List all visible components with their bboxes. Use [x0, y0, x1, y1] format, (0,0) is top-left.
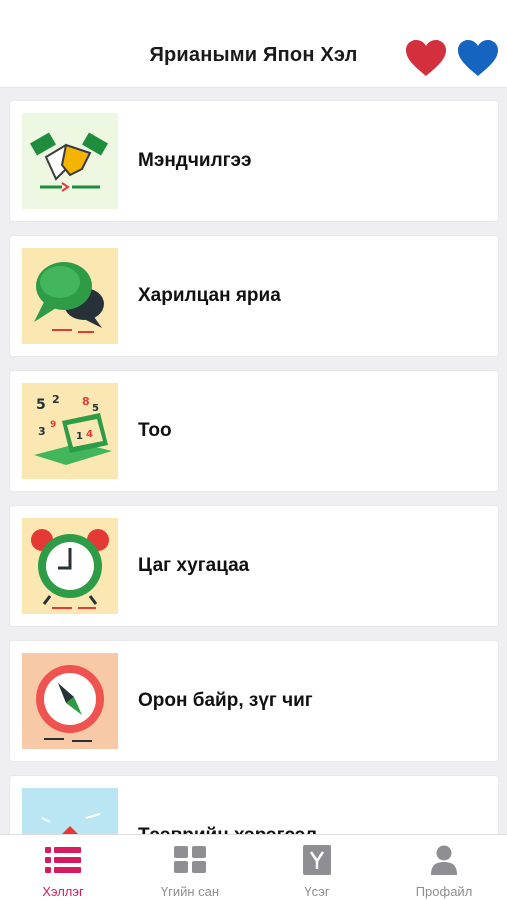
tab-phrases[interactable]: Хэллэг — [0, 835, 126, 900]
tab-label: Үгийн сан — [160, 884, 220, 899]
category-item-directions[interactable]: Орон байр, зүг чиг — [10, 641, 498, 761]
tab-label: Профайл — [415, 884, 473, 899]
heart-icon[interactable] — [404, 38, 448, 78]
heart-icon[interactable] — [456, 38, 500, 78]
app-header: Яриаными Япон Хэл — [0, 0, 507, 88]
chat-bubbles-icon — [22, 248, 118, 344]
list-icon — [45, 847, 81, 873]
numbers-laptop-icon: 5 2 8 5 3 1 4 9 — [22, 383, 118, 479]
user-icon — [431, 845, 457, 875]
svg-text:5: 5 — [92, 403, 99, 414]
tab-profile[interactable]: Профайл — [381, 835, 507, 900]
svg-text:2: 2 — [52, 393, 60, 406]
tab-vocabulary[interactable]: Үгийн сан — [127, 835, 253, 900]
bottom-tab-bar: Хэллэг Үгийн сан Үсэг Профайл — [0, 834, 507, 900]
category-label: Мэндчилгээ — [138, 150, 252, 171]
category-label: Тээврийн хэрэгсэл — [138, 776, 317, 834]
tab-alphabet[interactable]: Үсэг — [254, 835, 380, 900]
category-label: Харилцан яриа — [138, 285, 281, 306]
svg-text:4: 4 — [86, 429, 93, 440]
category-item-time[interactable]: Цаг хугацаа — [10, 506, 498, 626]
category-label: Цаг хугацаа — [138, 555, 250, 576]
svg-text:1: 1 — [76, 431, 83, 442]
tab-label: Үсэг — [304, 884, 330, 899]
letter-y-icon — [303, 845, 331, 875]
category-list: Мэндчилгээ Харилцан яриа 5 2 8 5 3 1 4 9… — [0, 88, 507, 834]
category-item-numbers[interactable]: 5 2 8 5 3 1 4 9 Тоо — [10, 371, 498, 491]
svg-text:5: 5 — [36, 397, 46, 413]
category-item-transport[interactable]: Тээврийн хэрэгсэл — [10, 776, 498, 834]
alarm-clock-icon — [22, 518, 118, 614]
svg-text:9: 9 — [50, 420, 56, 430]
tab-label: Хэллэг — [42, 884, 84, 899]
category-label: Тоо — [138, 420, 172, 441]
svg-text:8: 8 — [82, 395, 90, 408]
svg-text:3: 3 — [38, 425, 46, 438]
category-item-greetings[interactable]: Мэндчилгээ — [10, 101, 498, 221]
category-item-conversation[interactable]: Харилцан яриа — [10, 236, 498, 356]
transport-icon — [22, 788, 118, 834]
compass-icon — [22, 653, 118, 749]
grid-icon — [174, 846, 206, 873]
category-label: Орон байр, зүг чиг — [138, 690, 313, 711]
handshake-icon — [22, 113, 118, 209]
